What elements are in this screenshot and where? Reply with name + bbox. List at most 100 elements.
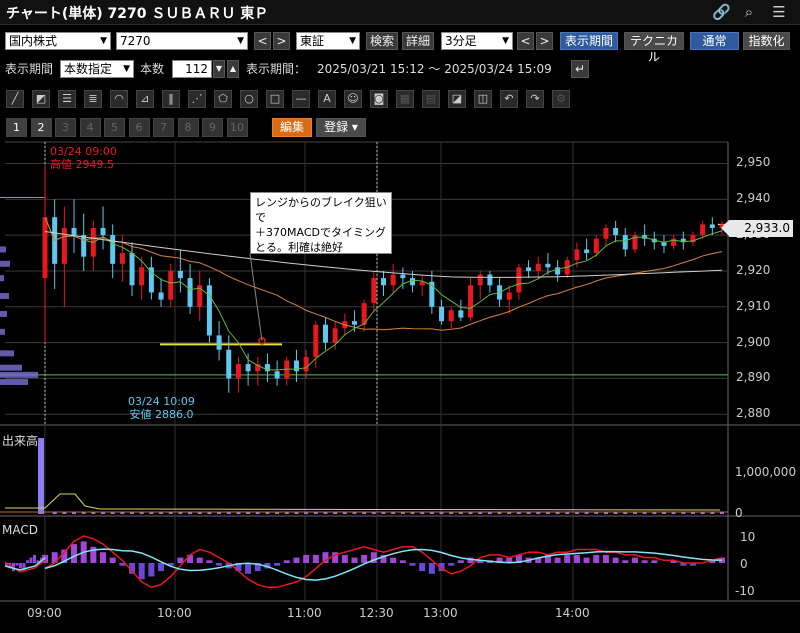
volume-tick-0: 0: [735, 506, 743, 520]
candle-body: [216, 335, 222, 350]
candle-body: [303, 356, 309, 372]
macd-hist-bar: [399, 560, 406, 563]
low-time: 03/24 10:09: [128, 395, 195, 408]
candle-body: [313, 324, 319, 357]
candle-body: [477, 274, 483, 286]
macd-hist-bar: [15, 563, 19, 566]
high-marker: 03/24 09:00 高値 2949.5: [50, 145, 117, 171]
volume-profile-bar: [0, 275, 4, 282]
volume-profile-bar: [0, 328, 5, 335]
candle-body: [516, 267, 522, 293]
candle-body: [129, 253, 135, 286]
candle-body: [177, 270, 183, 279]
candle-body: [148, 267, 154, 293]
macd-hist-bar: [245, 563, 252, 574]
macd-hist-bar: [390, 557, 397, 563]
macd-hist-bar: [409, 563, 416, 566]
candle-body: [487, 274, 493, 286]
annotation-note[interactable]: レンジからのブレイク狙いで ＋370MACDでタイミング とる。利確は絶好: [250, 192, 392, 254]
macd-hist-bar: [564, 554, 571, 563]
time-tick-label: 10:00: [157, 606, 192, 620]
candle-body: [119, 253, 125, 264]
macd-hist-bar: [631, 557, 638, 563]
candle-body: [371, 278, 377, 304]
time-tick-label: 13:00: [423, 606, 458, 620]
price-tick-label: 2,920: [736, 262, 771, 277]
macd-hist-bar: [361, 554, 368, 563]
candle-body: [61, 227, 67, 264]
volume-profile-bar: [0, 260, 10, 267]
time-tick-label: 11:00: [287, 606, 322, 620]
candle-body: [274, 371, 280, 379]
candle-body: [468, 285, 474, 318]
candle-body: [245, 364, 251, 372]
annotation-line-3: とる。利確は絶好: [255, 241, 343, 254]
candle-body: [42, 217, 48, 279]
volume-tick-1m: 1,000,000: [735, 465, 797, 479]
macd-tick-minus10: -10: [735, 584, 755, 598]
candle-body: [235, 364, 241, 379]
candle-body: [400, 274, 406, 279]
macd-tick-0: 0: [740, 557, 748, 571]
macd-hist-bar: [602, 554, 609, 563]
candle-body: [81, 235, 87, 257]
macd-hist-bar: [554, 557, 561, 563]
candle-body: [187, 278, 193, 307]
price-tick-label: 2,940: [736, 191, 771, 206]
candle-body: [439, 306, 445, 322]
candle-body: [584, 249, 590, 254]
candle-body: [574, 249, 580, 261]
macd-hist-bar: [216, 563, 223, 566]
volume-ma-line: [5, 493, 721, 511]
candle-body: [458, 310, 464, 318]
candle-body: [158, 292, 164, 300]
low-marker: 03/24 10:09 安値 2886.0: [128, 395, 195, 421]
macd-hist-bar: [583, 557, 590, 563]
volume-profile-bar: [0, 371, 38, 378]
volume-bar: [38, 438, 44, 514]
candle-body: [661, 242, 667, 246]
candle-body: [622, 235, 628, 250]
price-tick-label: 2,910: [736, 298, 771, 313]
candle-body: [168, 270, 174, 300]
macd-hist-bar: [283, 560, 290, 563]
volume-profile-bar: [0, 293, 9, 300]
last-price-tag: 2,933.0: [721, 220, 793, 237]
candle-body: [226, 349, 232, 379]
volume-profile-bar: [0, 350, 14, 357]
high-text: 高値 2949.5: [50, 158, 114, 171]
macd-hist-bar: [19, 563, 22, 569]
candle-body: [332, 328, 338, 343]
macd-hist-bar: [177, 557, 184, 563]
candle-body: [593, 238, 599, 254]
macd-hist-bar: [573, 554, 580, 563]
candle-body: [293, 360, 299, 372]
macd-hist-bar: [109, 557, 116, 563]
chart-canvas[interactable]: [0, 0, 800, 633]
candle-body: [322, 324, 328, 343]
price-tick-label: 2,880: [736, 406, 771, 421]
candle-body: [709, 224, 715, 228]
candle-body: [139, 267, 145, 286]
high-time: 03/24 09:00: [50, 145, 117, 158]
macd-hist-bar: [148, 563, 155, 577]
macd-hist-bar: [622, 560, 629, 563]
candle-body: [603, 227, 609, 239]
low-text: 安値 2886.0: [129, 408, 194, 421]
volume-profile-bar: [0, 364, 22, 371]
candle-body: [110, 235, 116, 264]
macd-hist-bar: [448, 563, 455, 566]
macd-hist-bar: [100, 552, 107, 563]
macd-hist-bar: [612, 557, 619, 563]
macd-hist-bar: [593, 554, 600, 563]
volume-profile-bar: [0, 379, 28, 386]
candle-body: [448, 310, 454, 322]
price-tick-label: 2,890: [736, 370, 771, 385]
candle-body: [545, 263, 551, 268]
macd-hist-bar: [206, 560, 213, 563]
macd-tick-10: 10: [740, 530, 756, 544]
macd-hist-bar: [351, 557, 358, 563]
candle-body: [351, 321, 357, 325]
macd-hist-bar: [428, 563, 435, 574]
candle-body: [100, 227, 106, 236]
